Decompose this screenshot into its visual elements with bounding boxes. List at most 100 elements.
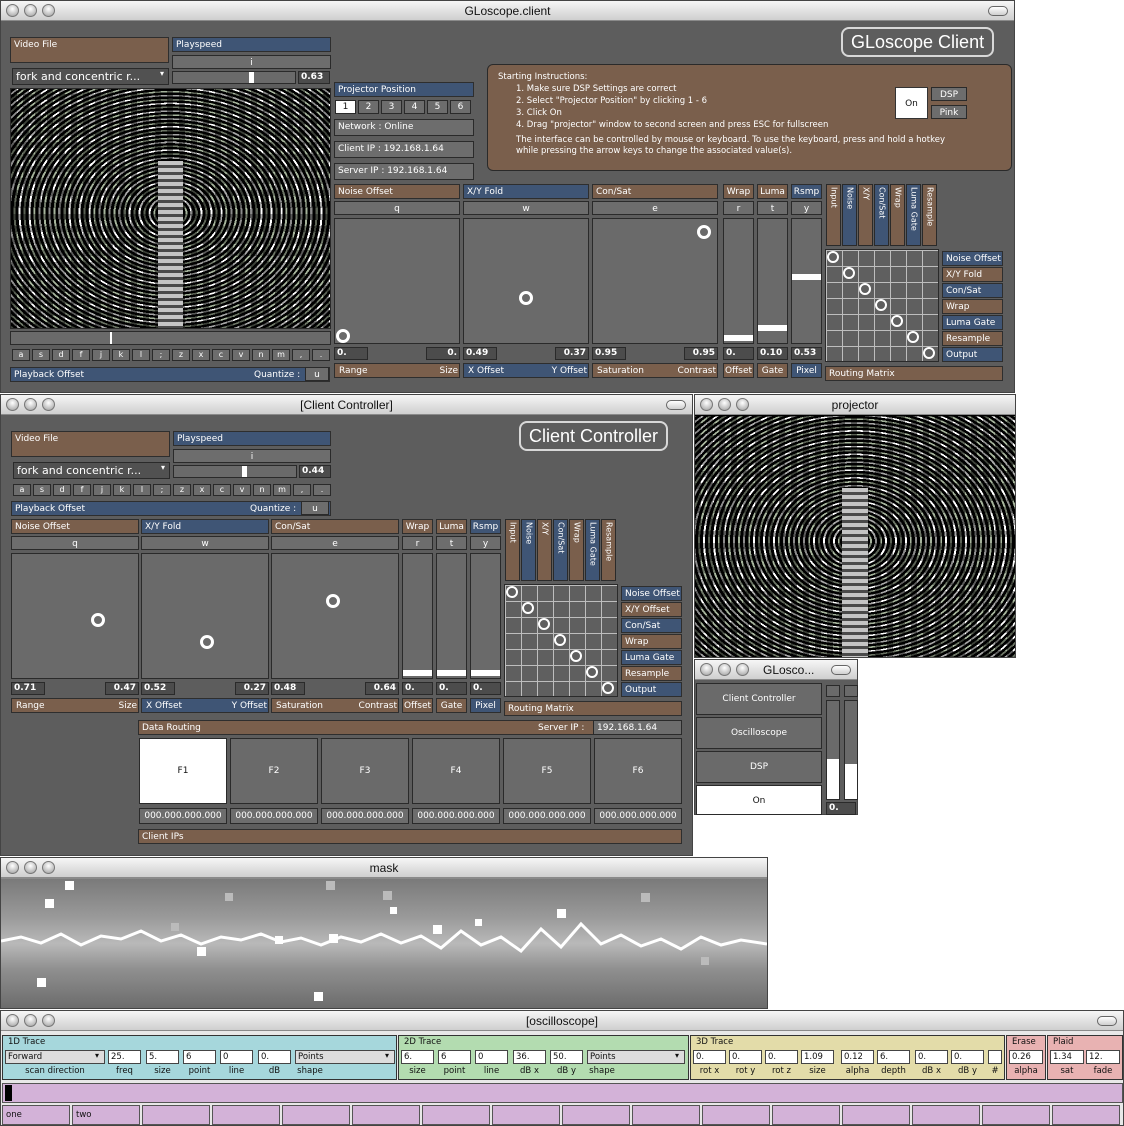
hotkey-8[interactable]: z [173,484,191,496]
hotkey-15[interactable]: . [312,349,330,361]
zoom-icon[interactable] [42,4,55,17]
playspeed-value[interactable]: 0.44 [299,465,331,478]
pad-hotkey[interactable]: q [334,201,460,215]
position-1-button[interactable]: 1 [335,100,356,114]
close-icon[interactable] [6,4,19,17]
position-6-button[interactable]: 6 [450,100,471,114]
routing-grid[interactable] [504,584,618,697]
sequence-cell[interactable] [702,1105,770,1125]
xy-pad[interactable] [592,218,718,344]
sequence-cell[interactable] [842,1105,910,1125]
toolbar-toggle-icon[interactable] [988,6,1008,16]
on-button[interactable]: On [895,87,928,119]
scan-direction-menu[interactable]: Forward [5,1050,105,1064]
hotkey-13[interactable]: m [272,349,290,361]
shape-menu[interactable]: Points [295,1050,395,1064]
trace-3d-roty-field[interactable]: 0. [729,1050,762,1064]
sequence-cell[interactable]: two [72,1105,140,1125]
minimize-icon[interactable] [718,663,731,676]
toolbar-toggle-icon[interactable] [666,400,686,410]
sequence-cell[interactable] [982,1105,1050,1125]
hotkey-6[interactable]: l [133,484,151,496]
erase-alpha-field[interactable]: 0.26 [1009,1050,1043,1064]
routing-node[interactable] [602,682,614,694]
routing-f2-button[interactable]: F2 [230,738,318,804]
hotkey-1[interactable]: s [32,349,50,361]
slider-value[interactable]: 0.10 [757,347,788,360]
dsp-button[interactable]: DSP [931,87,967,101]
routing-node[interactable] [522,602,534,614]
hotkey-3[interactable]: f [73,484,91,496]
close-icon[interactable] [6,398,19,411]
routing-grid[interactable] [825,249,939,362]
vertical-slider[interactable] [757,218,788,344]
server-ip-value[interactable]: 192.168.1.64 [593,720,682,735]
sequence-cell[interactable] [912,1105,980,1125]
xy-pad[interactable] [11,553,139,679]
close-icon[interactable] [700,398,713,411]
vertical-slider[interactable] [402,553,433,679]
line-field[interactable]: 0 [475,1050,508,1064]
minimize-icon[interactable] [718,398,731,411]
pink-button[interactable]: Pink [931,105,967,119]
hotkey-11[interactable]: v [232,349,250,361]
gloscope-title-bar[interactable]: GLosco... [695,660,857,680]
xy-pad[interactable] [463,218,589,344]
pad-value-b[interactable]: 0.64 [365,682,399,695]
hotkey-3[interactable]: f [72,349,90,361]
vertical-slider[interactable] [791,218,822,344]
client-ip-field[interactable]: 000.000.000.000 [594,808,682,824]
oscilloscope-button[interactable]: Oscilloscope [696,717,822,749]
routing-node[interactable] [827,251,839,263]
hotkey-15[interactable]: . [313,484,331,496]
routing-f4-button[interactable]: F4 [412,738,500,804]
hotkey-12[interactable]: n [252,349,270,361]
hotkey-5[interactable]: k [112,349,130,361]
video-file-menu[interactable]: fork and concentric r... [13,462,170,479]
pad-knob[interactable] [335,329,350,344]
size-field[interactable]: 5. [146,1050,179,1064]
vertical-slider[interactable] [436,553,467,679]
playspeed-slider[interactable] [173,465,297,478]
pad-value-b[interactable]: 0.47 [105,682,139,695]
pad-knob[interactable] [90,612,105,627]
size-field[interactable]: 6. [401,1050,434,1064]
xy-pad[interactable] [271,553,399,679]
pad-hotkey[interactable]: w [463,201,589,215]
close-icon[interactable] [700,663,713,676]
client-ip-field[interactable]: 000.000.000.000 [412,808,500,824]
pad-knob[interactable] [696,224,711,239]
trace-3d-dby-field[interactable]: 0. [951,1050,984,1064]
line-field[interactable]: 0 [220,1050,253,1064]
slider-value[interactable]: 0. [723,347,754,360]
routing-node[interactable] [907,331,919,343]
routing-f5-button[interactable]: F5 [503,738,591,804]
trace-3d-dbx-field[interactable]: 0. [915,1050,948,1064]
routing-f3-button[interactable]: F3 [321,738,409,804]
zoom-icon[interactable] [42,1014,55,1027]
hotkey-10[interactable]: c [212,349,230,361]
db-y-field[interactable]: 50. [550,1050,583,1064]
hotkey-1[interactable]: s [33,484,51,496]
minimize-icon[interactable] [24,1014,37,1027]
hotkey-0[interactable]: a [12,349,30,361]
routing-node[interactable] [506,586,518,598]
hotkey-10[interactable]: c [213,484,231,496]
slider-value[interactable]: 0. [402,682,433,695]
zoom-icon[interactable] [42,398,55,411]
hotkey-14[interactable]: , [293,484,311,496]
plaid-fade-field[interactable]: 12. [1086,1050,1120,1064]
oscilloscope-title-bar[interactable]: [oscilloscope] [1,1011,1123,1031]
slider-value[interactable]: 0. [470,682,501,695]
sequence-cell[interactable] [212,1105,280,1125]
pad-value-a[interactable]: 0.52 [141,682,175,695]
video-file-menu[interactable]: fork and concentric r... [12,68,169,85]
hotkey-11[interactable]: v [233,484,251,496]
position-5-button[interactable]: 5 [427,100,448,114]
pad-knob[interactable] [326,593,341,608]
minimize-icon[interactable] [24,398,37,411]
routing-node[interactable] [859,283,871,295]
routing-node[interactable] [586,666,598,678]
position-3-button[interactable]: 3 [381,100,402,114]
scrub-bar[interactable] [2,1083,1123,1103]
